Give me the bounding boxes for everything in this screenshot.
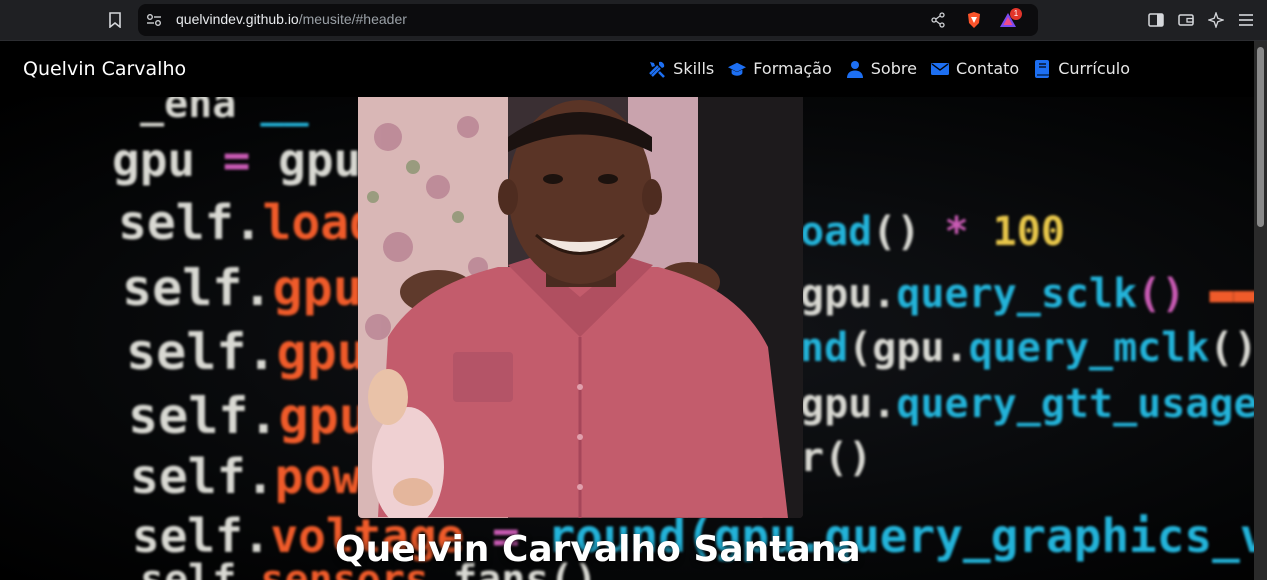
nav-label-curriculo: Currículo — [1058, 59, 1130, 78]
nav-label-skills: Skills — [673, 59, 715, 78]
url-text[interactable]: quelvindev.github.io/meusite/#header — [176, 11, 407, 27]
envelope-icon — [930, 60, 949, 78]
nav-label-contato: Contato — [955, 59, 1020, 78]
bookmark-icon[interactable] — [105, 10, 125, 30]
site-navbar: Quelvin Carvalho Skills Formação Sobre C… — [0, 41, 1254, 97]
address-bar[interactable]: quelvindev.github.io/meusite/#header 1 — [138, 4, 1038, 36]
sidebar-toggle-icon[interactable] — [1146, 10, 1166, 30]
nav-label-formacao: Formação — [753, 59, 832, 78]
leo-ai-icon[interactable] — [1206, 10, 1226, 30]
graduation-cap-icon — [728, 60, 747, 78]
brave-shields-icon[interactable] — [964, 10, 984, 30]
book-icon — [1033, 59, 1051, 78]
url-path: /meusite/#header — [298, 11, 407, 27]
wallet-icon[interactable] — [1176, 10, 1196, 30]
notification-badge: 1 — [1010, 8, 1022, 20]
browser-toolbar: quelvindev.github.io/meusite/#header 1 — [0, 0, 1267, 41]
nav-item-curriculo[interactable]: Currículo — [1033, 59, 1130, 78]
site-info-icon[interactable] — [144, 10, 164, 30]
menu-icon[interactable] — [1236, 10, 1256, 30]
page-scrollbar[interactable] — [1254, 41, 1267, 580]
nav-label-sobre: Sobre — [870, 59, 917, 78]
profile-photo — [358, 97, 803, 518]
tools-icon — [648, 60, 666, 78]
share-icon[interactable] — [928, 10, 948, 30]
nav-item-formacao[interactable]: Formação — [728, 59, 832, 78]
nav-item-contato[interactable]: Contato — [930, 59, 1020, 78]
url-host: quelvindev.github.io — [176, 11, 299, 27]
nav-item-skills[interactable]: Skills — [648, 59, 714, 78]
site-brand[interactable]: Quelvin Carvalho — [23, 58, 186, 80]
hero-section: _ena __ gpu = gpu self.load self.gpu_ se… — [0, 97, 1254, 580]
nav-item-sobre[interactable]: Sobre — [846, 59, 917, 78]
hero-name-heading: Quelvin Carvalho Santana — [335, 529, 861, 570]
user-icon — [846, 60, 864, 78]
nav-menu: Skills Formação Sobre Contato Currículo — [648, 59, 1130, 78]
scrollbar-thumb[interactable] — [1257, 47, 1264, 227]
